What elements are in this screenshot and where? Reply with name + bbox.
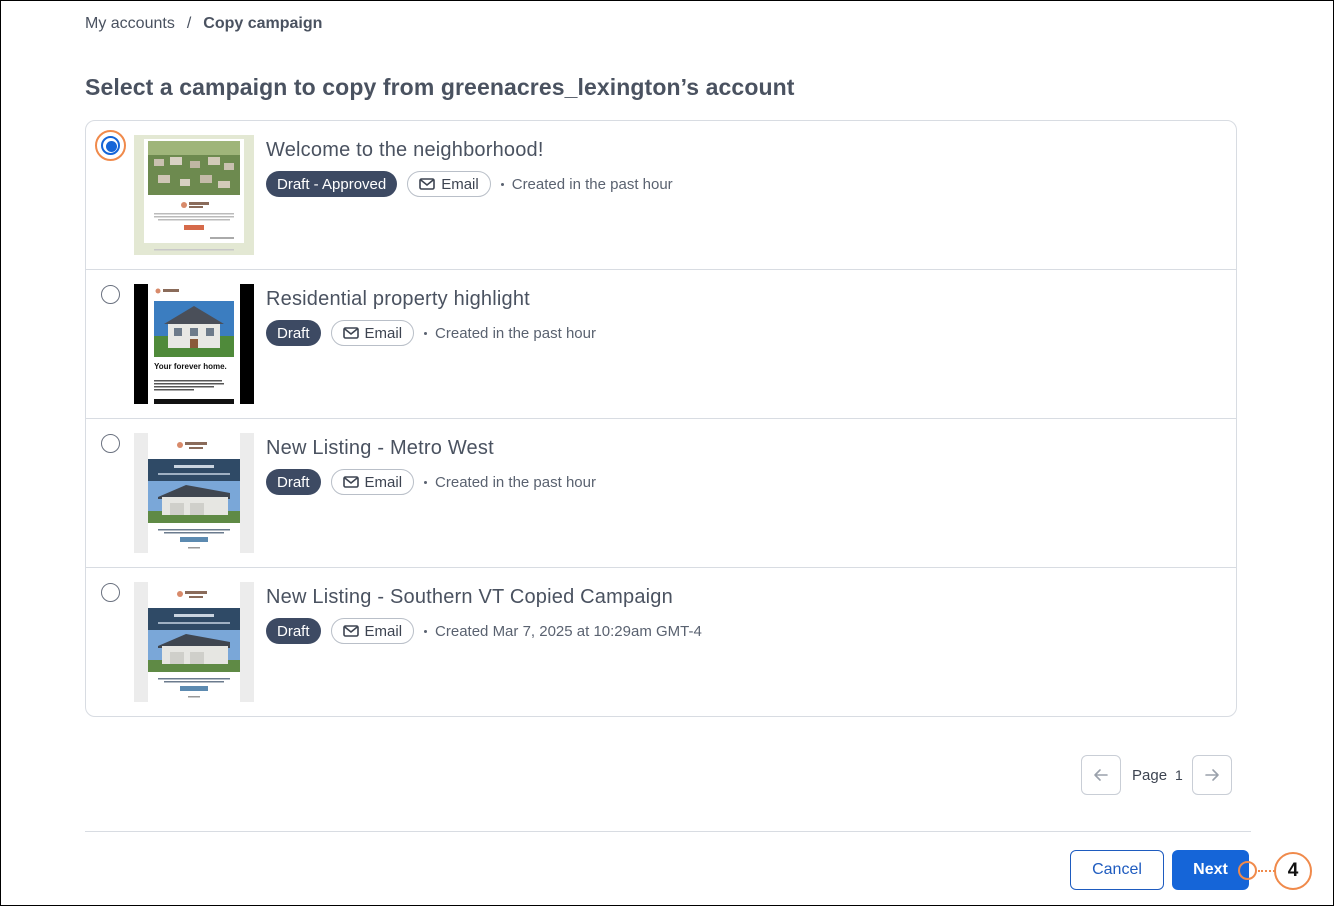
type-label: Email bbox=[364, 622, 403, 640]
campaign-meta: Draft - Approved Email Created in the pa… bbox=[266, 171, 673, 197]
pagination: Page 1 bbox=[1081, 755, 1232, 795]
campaign-title: New Listing - Metro West bbox=[266, 437, 494, 459]
created-text: Created Mar 7, 2025 at 10:29am GMT-4 bbox=[424, 623, 702, 640]
campaign-row[interactable]: New Listing - Southern VT Copied Campaig… bbox=[86, 568, 1236, 716]
created-label: Created in the past hour bbox=[511, 175, 673, 193]
email-icon bbox=[342, 327, 359, 339]
type-label: Email bbox=[364, 473, 403, 491]
breadcrumb-current: Copy campaign bbox=[203, 15, 323, 32]
campaign-thumbnail bbox=[134, 433, 254, 553]
campaign-meta: Draft Email Created in the past hour bbox=[266, 469, 596, 495]
campaign-meta: Draft Email Created Mar 7, 2025 at 10:29… bbox=[266, 618, 702, 644]
status-badge: Draft bbox=[266, 320, 321, 346]
type-label: Email bbox=[364, 324, 403, 342]
email-icon bbox=[342, 476, 359, 488]
breadcrumb-separator: / bbox=[186, 15, 192, 32]
cancel-button[interactable]: Cancel bbox=[1070, 850, 1164, 890]
type-badge: Email bbox=[407, 171, 491, 197]
breadcrumb: My accounts / Copy campaign bbox=[85, 15, 322, 33]
campaign-title: New Listing - Southern VT Copied Campaig… bbox=[266, 586, 673, 608]
footer-divider bbox=[85, 831, 1251, 832]
campaign-thumbnail: Your forever home. bbox=[134, 284, 254, 404]
next-page-button[interactable] bbox=[1191, 755, 1232, 795]
created-label: Created in the past hour bbox=[435, 324, 596, 342]
campaign-radio[interactable] bbox=[101, 285, 120, 304]
email-icon bbox=[342, 625, 359, 637]
campaign-title: Residential property highlight bbox=[266, 288, 530, 310]
type-badge: Email bbox=[330, 618, 415, 644]
arrow-left-icon bbox=[1094, 769, 1108, 781]
status-badge: Draft bbox=[266, 618, 321, 644]
email-icon bbox=[419, 178, 436, 190]
created-text: Created in the past hour bbox=[500, 175, 673, 193]
breadcrumb-my-accounts[interactable]: My accounts bbox=[85, 15, 175, 33]
campaign-list: Welcome to the neighborhood! Draft - App… bbox=[85, 120, 1237, 717]
campaign-radio[interactable] bbox=[101, 583, 120, 602]
callout-connector bbox=[1258, 870, 1275, 872]
campaign-thumbnail bbox=[134, 135, 254, 255]
campaign-row[interactable]: New Listing - Metro West Draft Email Cre… bbox=[86, 419, 1236, 568]
campaign-thumbnail bbox=[134, 582, 254, 702]
type-badge: Email bbox=[330, 469, 415, 495]
campaign-row[interactable]: Welcome to the neighborhood! Draft - App… bbox=[86, 121, 1236, 270]
page-title: Select a campaign to copy from greenacre… bbox=[85, 74, 795, 100]
previous-page-button[interactable] bbox=[1081, 755, 1121, 795]
campaign-row[interactable]: Your forever home. Residential property … bbox=[86, 270, 1236, 419]
status-badge: Draft - Approved bbox=[266, 171, 398, 197]
created-label: Created Mar 7, 2025 at 10:29am GMT-4 bbox=[435, 622, 702, 640]
thumbnail-headline: Your forever home. bbox=[154, 362, 227, 371]
campaign-radio[interactable] bbox=[101, 434, 120, 453]
page-number: 1 bbox=[1175, 767, 1183, 783]
callout-ring bbox=[1238, 861, 1257, 880]
step-callout-badge: 4 bbox=[1274, 852, 1312, 890]
type-label: Email bbox=[441, 175, 479, 193]
status-badge: Draft bbox=[266, 469, 321, 495]
created-label: Created in the past hour bbox=[435, 473, 596, 491]
type-badge: Email bbox=[330, 320, 415, 346]
campaign-radio[interactable] bbox=[101, 136, 120, 155]
page-label: Page bbox=[1132, 766, 1168, 784]
campaign-title: Welcome to the neighborhood! bbox=[266, 139, 544, 161]
created-text: Created in the past hour bbox=[424, 474, 596, 491]
campaign-meta: Draft Email Created in the past hour bbox=[266, 320, 596, 346]
arrow-right-icon bbox=[1205, 769, 1219, 781]
created-text: Created in the past hour bbox=[424, 325, 596, 342]
